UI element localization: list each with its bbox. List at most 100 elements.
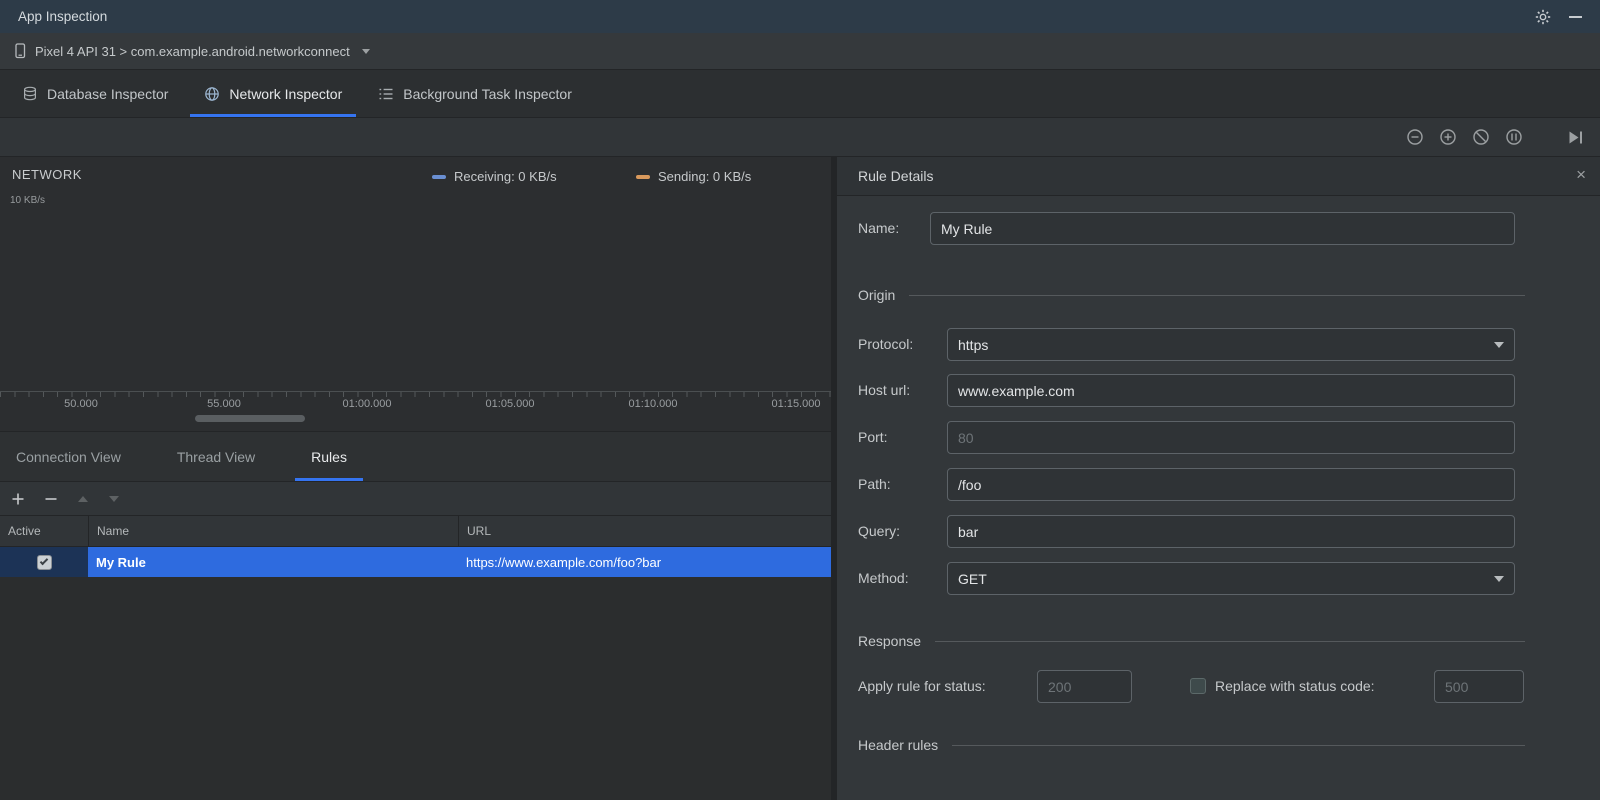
name-field[interactable] <box>930 212 1515 245</box>
app-inspection-window: App Inspection Pixel 4 API 31 > com.exam… <box>0 0 1600 800</box>
section-divider <box>952 744 1525 746</box>
device-process-selector[interactable]: Pixel 4 API 31 > com.example.android.net… <box>35 44 350 59</box>
rule-active-checkbox[interactable] <box>36 554 52 570</box>
tab-network-inspector[interactable]: Network Inspector <box>190 70 357 117</box>
tab-label: Database Inspector <box>47 85 169 102</box>
host-url-field[interactable] <box>947 374 1515 407</box>
zoom-in-icon[interactable] <box>1439 128 1457 146</box>
database-icon <box>22 86 38 102</box>
chevron-down-icon <box>1494 576 1504 582</box>
apply-status-field[interactable] <box>1037 670 1132 703</box>
timeline-scrollbar[interactable] <box>195 415 305 422</box>
replace-status-label: Replace with status code: <box>1215 678 1375 694</box>
task-list-icon <box>378 86 394 102</box>
legend-receiving: Receiving: 0 KB/s <box>432 169 557 184</box>
zoom-to-selection-icon[interactable] <box>1505 128 1523 146</box>
tab-label: Connection View <box>16 448 121 465</box>
receiving-series-swatch <box>432 174 446 179</box>
x-tick: 01:00.000 <box>342 398 392 410</box>
column-header-name[interactable]: Name <box>88 516 458 546</box>
tab-label: Rules <box>311 448 347 465</box>
response-section-header: Response <box>858 631 1525 651</box>
device-process-bar: Pixel 4 API 31 > com.example.android.net… <box>0 33 1600 70</box>
receiving-legend-label: Receiving: 0 KB/s <box>454 169 557 184</box>
close-icon[interactable]: × <box>1576 165 1586 185</box>
origin-section-header: Origin <box>858 285 1525 305</box>
tab-background-task-inspector[interactable]: Background Task Inspector <box>364 70 586 117</box>
add-rule-icon[interactable] <box>12 493 24 505</box>
rules-toolbar <box>0 482 831 516</box>
timeline-toolbar <box>0 118 1600 157</box>
rule-name-cell: My Rule <box>96 554 146 570</box>
origin-section-label: Origin <box>858 287 896 303</box>
query-field[interactable] <box>947 515 1515 548</box>
network-timeline-chart[interactable]: NETWORK Receiving: 0 KB/s Sending: 0 KB/… <box>0 157 831 431</box>
path-field[interactable] <box>947 468 1515 501</box>
globe-icon <box>204 86 220 102</box>
network-view-tabs: Connection View Thread View Rules <box>0 431 831 482</box>
move-rule-up-icon[interactable] <box>78 495 88 502</box>
host-url-label: Host url: <box>858 382 911 398</box>
x-tick: 01:10.000 <box>628 398 678 410</box>
time-axis-ruler <box>0 391 831 397</box>
rule-active-cell <box>0 547 88 577</box>
rules-table-header: Active Name URL <box>0 516 831 547</box>
device-phone-icon <box>13 43 27 59</box>
column-header-active[interactable]: Active <box>0 516 88 546</box>
x-tick: 01:15.000 <box>771 398 821 410</box>
rule-table-row[interactable]: My Rule https://www.example.com/foo?bar <box>0 547 831 577</box>
tab-thread-view[interactable]: Thread View <box>161 432 271 481</box>
replace-status-field[interactable] <box>1434 670 1524 703</box>
section-divider <box>935 640 1525 642</box>
path-label: Path: <box>858 476 891 492</box>
x-tick: 55.000 <box>207 398 241 410</box>
tab-label: Network Inspector <box>229 85 343 102</box>
x-tick: 50.000 <box>64 398 98 410</box>
minimize-icon[interactable] <box>1569 15 1582 18</box>
header-rules-section-label: Header rules <box>858 737 939 753</box>
settings-gear-icon[interactable] <box>1535 9 1551 25</box>
response-section-label: Response <box>858 633 922 649</box>
protocol-value: https <box>958 336 989 353</box>
name-label: Name: <box>858 220 900 236</box>
rule-details-panel: Rule Details × Name: Origin Protocol: ht… <box>837 157 1600 800</box>
rule-url-cell: https://www.example.com/foo?bar <box>466 554 662 570</box>
port-label: Port: <box>858 429 888 445</box>
replace-status-checkbox[interactable] <box>1190 678 1206 694</box>
tab-label: Background Task Inspector <box>403 85 572 102</box>
reset-zoom-icon[interactable] <box>1472 128 1490 146</box>
window-title: App Inspection <box>18 9 108 24</box>
x-tick: 01:05.000 <box>485 398 535 410</box>
tab-database-inspector[interactable]: Database Inspector <box>8 70 182 117</box>
tab-rules[interactable]: Rules <box>295 432 363 481</box>
chevron-down-icon <box>1494 342 1504 348</box>
column-header-url[interactable]: URL <box>458 516 831 546</box>
sending-series-swatch <box>636 174 650 179</box>
method-value: GET <box>958 570 987 587</box>
header-rules-section-header: Header rules <box>858 735 1525 755</box>
rule-details-title: Rule Details <box>858 168 934 184</box>
tab-connection-view[interactable]: Connection View <box>0 432 137 481</box>
method-dropdown[interactable]: GET <box>947 562 1515 595</box>
section-divider <box>909 294 1525 296</box>
sending-legend-label: Sending: 0 KB/s <box>658 169 752 184</box>
method-label: Method: <box>858 570 909 586</box>
port-field[interactable] <box>947 421 1515 454</box>
protocol-label: Protocol: <box>858 336 914 352</box>
inspector-tabs: Database Inspector Network Inspector Bac… <box>0 70 1600 118</box>
go-live-icon[interactable] <box>1567 129 1584 146</box>
checkmark-icon <box>39 556 49 566</box>
query-label: Query: <box>858 523 901 539</box>
remove-rule-icon[interactable] <box>45 493 57 505</box>
apply-status-label: Apply rule for status: <box>858 678 986 694</box>
move-rule-down-icon[interactable] <box>109 495 119 502</box>
tab-label: Thread View <box>176 448 256 465</box>
rule-details-header: Rule Details × <box>837 157 1600 196</box>
y-axis-label: 10 KB/s <box>10 195 46 206</box>
protocol-dropdown[interactable]: https <box>947 328 1515 361</box>
legend-sending: Sending: 0 KB/s <box>636 169 751 184</box>
window-titlebar: App Inspection <box>0 0 1600 33</box>
zoom-out-icon[interactable] <box>1406 128 1424 146</box>
chart-title: NETWORK <box>12 167 82 182</box>
chevron-down-icon[interactable] <box>361 48 370 54</box>
